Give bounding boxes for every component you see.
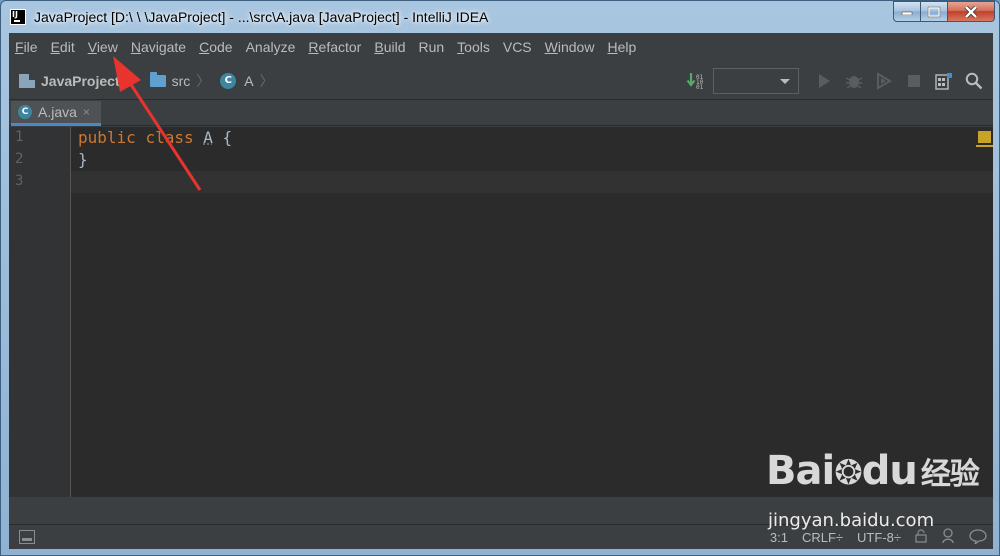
- tool-windows-toggle-icon[interactable]: [19, 530, 35, 544]
- breadcrumb-project-label: JavaProject: [41, 73, 120, 89]
- project-structure-button[interactable]: [933, 70, 955, 92]
- status-bar-widgets: 3:1 CRLF÷ UTF-8÷: [756, 525, 987, 550]
- project-structure-icon: [935, 72, 953, 90]
- menu-tools[interactable]: Tools: [457, 39, 490, 55]
- current-line-highlight: [71, 171, 993, 193]
- maximize-icon: [927, 6, 941, 18]
- intellij-app-icon[interactable]: [10, 9, 26, 25]
- maximize-button[interactable]: [921, 1, 948, 22]
- menu-refactor[interactable]: Refactor: [308, 39, 361, 55]
- stop-icon: [907, 74, 921, 88]
- line-number: 2: [15, 151, 23, 167]
- stop-button[interactable]: [903, 70, 925, 92]
- menu-view[interactable]: View: [88, 39, 118, 55]
- line-number: 3: [15, 173, 23, 189]
- tab-a-java[interactable]: C A.java ×: [11, 101, 101, 126]
- code-line-2[interactable]: }: [78, 150, 88, 169]
- svg-text:01: 01: [696, 84, 704, 90]
- tab-close-icon[interactable]: ×: [83, 105, 90, 119]
- editor-bottom-panel: [9, 497, 993, 524]
- module-icon: [19, 74, 35, 88]
- run-with-coverage-button[interactable]: [873, 70, 895, 92]
- folder-icon: [150, 75, 166, 87]
- window-controls: [893, 1, 995, 22]
- navigation-bar: JavaProject 〉 src 〉 C A 〉 01 10 01: [9, 62, 993, 100]
- run-configuration-select[interactable]: [713, 68, 799, 94]
- tab-label: A.java: [38, 104, 77, 120]
- breadcrumb-class-label: A: [244, 73, 253, 89]
- debug-icon: [845, 72, 863, 90]
- minimize-button[interactable]: [893, 1, 921, 22]
- file-encoding[interactable]: UTF-8÷: [857, 530, 901, 545]
- search-everywhere-button[interactable]: [963, 70, 985, 92]
- menu-window[interactable]: Window: [545, 39, 595, 55]
- toolbar-actions: 01 10 01: [677, 62, 985, 100]
- minimize-icon: [901, 9, 913, 15]
- keyword: class: [145, 128, 193, 147]
- status-bar: 3:1 CRLF÷ UTF-8÷: [9, 524, 993, 549]
- menu-navigate[interactable]: Navigate: [131, 39, 186, 55]
- debug-button[interactable]: [843, 70, 865, 92]
- ide-window: JavaProject [D:\ \ \JavaProject] - ...\s…: [0, 0, 1000, 556]
- menu-edit[interactable]: Edit: [51, 39, 75, 55]
- ide-main-area: File Edit View Navigate Code Analyze Refactor B…: [9, 33, 993, 549]
- menu-code[interactable]: Code: [199, 39, 232, 55]
- main-menu-bar: File Edit View Navigate Code Analyze Refactor B…: [9, 33, 993, 60]
- inspection-warning-marker[interactable]: [978, 131, 991, 143]
- menu-vcs[interactable]: VCS: [503, 39, 532, 55]
- menu-analyze[interactable]: Analyze: [246, 39, 296, 55]
- line-separator[interactable]: CRLF÷: [802, 530, 843, 545]
- menu-run[interactable]: Run: [418, 39, 444, 55]
- read-only-lock-icon[interactable]: [915, 529, 927, 546]
- coverage-icon: [875, 72, 893, 90]
- editor-tab-bar: C A.java ×: [9, 101, 993, 126]
- run-button[interactable]: [813, 70, 835, 92]
- code-editor[interactable]: 1 2 3 public class A { }: [9, 127, 993, 497]
- window-title: JavaProject [D:\ \ \JavaProject] - ...\s…: [34, 9, 488, 25]
- close-button[interactable]: [948, 1, 995, 22]
- keyword: public: [78, 128, 136, 147]
- caret-position[interactable]: 3:1: [770, 530, 788, 545]
- hector-inspector-icon[interactable]: [941, 528, 955, 547]
- class-name: A: [203, 128, 213, 147]
- close-icon: [964, 6, 978, 18]
- build-project-button[interactable]: 01 10 01: [685, 70, 707, 92]
- event-log-icon[interactable]: [969, 528, 987, 547]
- line-number: 1: [15, 129, 23, 145]
- window-titlebar[interactable]: JavaProject [D:\ \ \JavaProject] - ...\s…: [1, 1, 1000, 33]
- menu-help[interactable]: Help: [607, 39, 636, 55]
- breadcrumb-project[interactable]: JavaProject 〉: [19, 71, 140, 91]
- search-icon: [965, 72, 983, 90]
- open-brace: {: [223, 128, 233, 147]
- menu-build[interactable]: Build: [374, 39, 405, 55]
- breadcrumb-folder[interactable]: src 〉: [150, 71, 211, 91]
- chevron-right-icon: 〉: [126, 71, 140, 91]
- chevron-right-icon: 〉: [196, 71, 210, 91]
- java-class-icon: C: [220, 73, 236, 89]
- chevron-right-icon: 〉: [260, 71, 274, 91]
- breadcrumb-folder-label: src: [172, 73, 191, 89]
- code-line-1[interactable]: public class A {: [78, 128, 232, 147]
- menu-file[interactable]: File: [15, 39, 38, 55]
- build-icon: 01 10 01: [686, 72, 706, 90]
- line-number-gutter[interactable]: 1 2 3: [9, 127, 71, 497]
- breadcrumb-class[interactable]: C A 〉: [220, 71, 273, 91]
- run-icon: [816, 73, 832, 89]
- java-class-icon: C: [18, 105, 32, 119]
